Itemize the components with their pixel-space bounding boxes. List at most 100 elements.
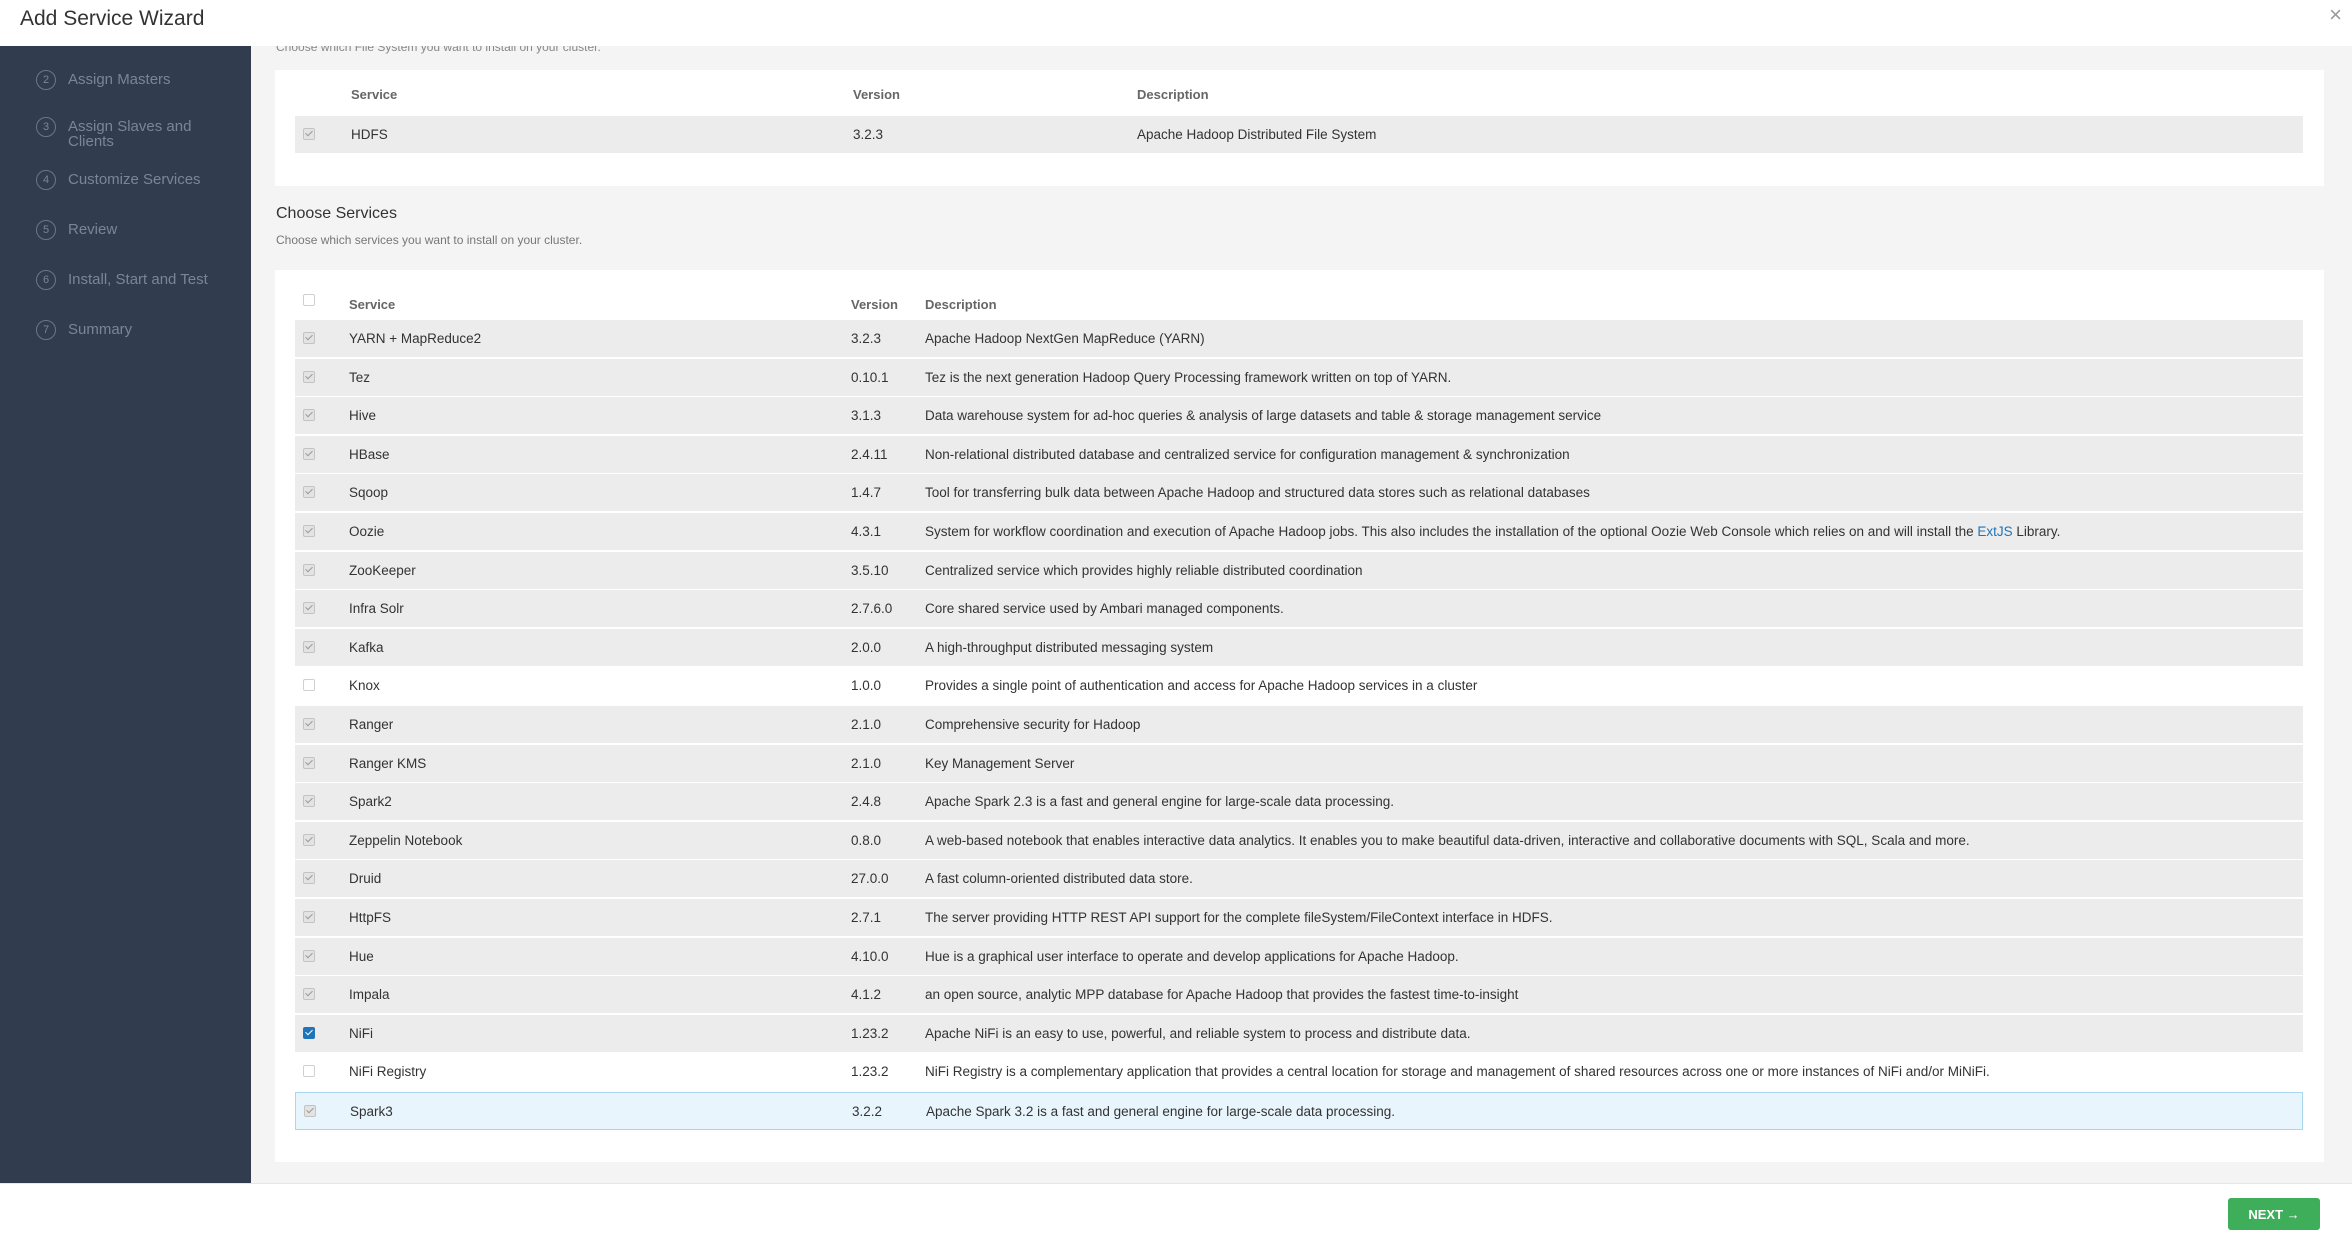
table-row: Ranger 2.1.0 Comprehensive security for Ha… <box>295 706 2303 744</box>
section-subtitle: Choose which services you want to instal… <box>276 233 583 247</box>
step-label: Customize Services <box>68 171 201 188</box>
service-checkbox[interactable] <box>303 1065 315 1078</box>
table-row: Sqoop 1.4.7 Tool for transferring bulk dat… <box>295 474 2303 513</box>
step-label: Summary <box>68 321 133 338</box>
step-number: 4 <box>36 170 56 190</box>
table-row: Hue 4.10.0 Hue is a graphical user interfa… <box>295 937 2303 976</box>
service-checkbox[interactable] <box>303 833 315 846</box>
service-version: 2.7.6.0 <box>851 601 893 617</box>
service-checkbox[interactable] <box>303 602 315 615</box>
service-description: Apache Hadoop NextGen MapReduce (YARN) <box>925 331 1205 346</box>
service-version: 1.0.0 <box>851 678 882 694</box>
extjs-link[interactable]: ExtJS <box>1977 524 2012 539</box>
next-button[interactable]: NEXT → <box>2228 1198 2320 1230</box>
service-version: 4.10.0 <box>851 948 889 964</box>
step-label: Install, Start and Test <box>68 271 208 288</box>
select-all-checkbox[interactable] <box>303 294 315 306</box>
service-version: 2.4.8 <box>851 794 882 810</box>
step-customize-services[interactable]: 4 Customize Services <box>36 170 201 190</box>
step-number: 3 <box>36 117 56 137</box>
oozie-description-post: Library. <box>2012 524 2061 539</box>
table-row: Zeppelin Notebook 0.8.0 A web-based notebo… <box>295 821 2303 860</box>
service-name: ZooKeeper <box>349 562 416 578</box>
service-checkbox[interactable] <box>303 640 315 653</box>
service-name: Zeppelin Notebook <box>349 832 463 848</box>
service-version: 2.0.0 <box>851 639 882 655</box>
service-name: Druid <box>349 871 382 887</box>
service-description: Centralized service which provides highl… <box>925 562 1363 578</box>
close-icon[interactable]: × <box>2329 2 2342 28</box>
service-checkbox[interactable] <box>303 679 315 692</box>
service-name: YARN + MapReduce2 <box>349 331 482 346</box>
table-row: NiFi Registry 1.23.2 NiFi Registry is a co… <box>295 1053 2303 1092</box>
table-row: Spark2 2.4.8 Apache Spark 2.3 is a fast an… <box>295 783 2303 822</box>
step-assign-masters[interactable]: 2 Assign Masters <box>36 70 171 90</box>
step-number: 7 <box>36 320 56 340</box>
service-version: 4.3.1 <box>851 524 882 539</box>
service-name: NiFi Registry <box>349 1064 427 1080</box>
filesystem-table: Service Version Description HDFS 3.2.3 A… <box>275 70 2324 186</box>
service-description: Key Management Server <box>925 755 1075 771</box>
service-checkbox[interactable] <box>303 718 315 730</box>
service-description: Tool for transferring bulk data between … <box>925 485 1590 501</box>
service-name: Spark3 <box>350 1104 393 1119</box>
step-install-start-test[interactable]: 6 Install, Start and Test <box>36 270 208 290</box>
service-checkbox[interactable] <box>303 128 315 140</box>
service-checkbox[interactable] <box>303 370 315 383</box>
step-label: Assign Masters <box>68 71 171 88</box>
service-version: 3.2.2 <box>852 1104 883 1119</box>
service-checkbox[interactable] <box>303 332 315 344</box>
service-description: Provides a single point of authenticatio… <box>925 678 1478 694</box>
service-checkbox[interactable] <box>304 1105 316 1117</box>
service-description: Apache Spark 3.2 is a fast and general e… <box>926 1104 1396 1119</box>
service-name: Infra Solr <box>349 601 404 617</box>
service-version: 0.8.0 <box>851 832 882 848</box>
table-row: HDFS 3.2.3 Apache Hadoop Distributed Fil… <box>295 116 2303 154</box>
service-description: A high-throughput distributed messaging … <box>925 639 1214 655</box>
col-version: Version <box>851 297 898 312</box>
step-number: 5 <box>36 220 56 240</box>
service-checkbox[interactable] <box>303 795 315 808</box>
service-checkbox[interactable] <box>303 563 315 576</box>
service-checkbox[interactable] <box>303 486 315 499</box>
service-version: 4.1.2 <box>851 987 882 1003</box>
oozie-description-pre: System for workflow coordination and exe… <box>925 524 1978 539</box>
service-description: A fast column-oriented distributed data … <box>925 871 1193 887</box>
service-description: Tez is the next generation Hadoop Query … <box>925 369 1452 385</box>
service-checkbox[interactable] <box>303 1026 315 1039</box>
service-version: 2.7.1 <box>851 910 882 925</box>
service-name: HttpFS <box>349 910 392 925</box>
service-checkbox[interactable] <box>303 409 315 422</box>
table-row: Oozie 4.3.1 System for workflow coordinati… <box>295 513 2303 551</box>
service-checkbox[interactable] <box>303 911 315 923</box>
service-name: Hive <box>349 408 377 424</box>
wizard-header: Add Service Wizard × <box>0 0 2352 47</box>
main-content: Choose which File System you want to ins… <box>251 46 2352 1183</box>
service-name: Ranger KMS <box>349 755 427 771</box>
service-version: 1.23.2 <box>851 1025 889 1041</box>
service-version: 1.23.2 <box>851 1064 889 1080</box>
col-service: Service <box>349 297 396 312</box>
step-review[interactable]: 5 Review <box>36 220 117 240</box>
service-checkbox[interactable] <box>303 988 315 1001</box>
service-description: NiFi Registry is a complementary applica… <box>925 1064 1990 1080</box>
service-checkbox[interactable] <box>303 949 315 962</box>
service-name: Hue <box>349 948 374 964</box>
service-version: 2.1.0 <box>851 717 882 732</box>
service-checkbox[interactable] <box>303 756 315 769</box>
step-number: 6 <box>36 270 56 290</box>
step-assign-slaves-clients[interactable]: 3 Assign Slaves and Clients <box>36 117 218 149</box>
table-row: Spark3 3.2.2 Apache Spark 3.2 is a fast an… <box>295 1092 2303 1130</box>
service-description: Hue is a graphical user interface to ope… <box>925 948 1459 964</box>
service-version: 1.4.7 <box>851 485 882 501</box>
service-name: NiFi <box>349 1025 373 1041</box>
service-description: System for workflow coordination and exe… <box>925 513 2060 550</box>
service-name: Knox <box>349 678 380 694</box>
service-checkbox[interactable] <box>303 525 315 537</box>
col-service: Service <box>351 87 398 102</box>
service-checkbox[interactable] <box>303 447 315 460</box>
step-summary[interactable]: 7 Summary <box>36 320 132 340</box>
service-checkbox[interactable] <box>303 872 315 885</box>
table-row: Tez 0.10.1 Tez is the next generation Hado… <box>295 358 2303 397</box>
service-version: 3.1.3 <box>851 408 882 424</box>
